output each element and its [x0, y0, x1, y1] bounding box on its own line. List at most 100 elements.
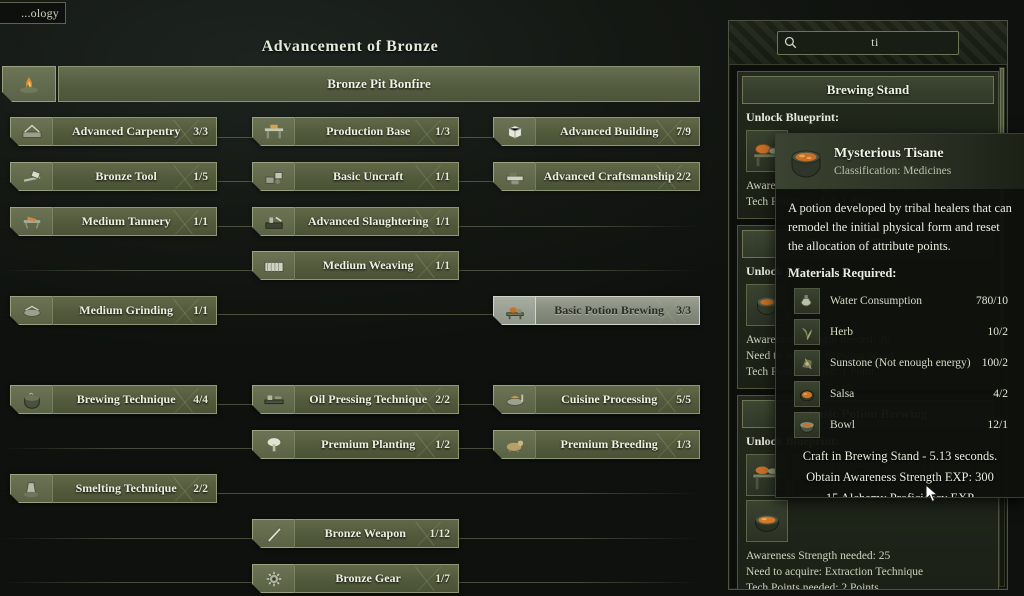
tech-node[interactable]: Medium Grinding 1/1: [10, 296, 217, 325]
material-quantity: 780/10: [976, 294, 1008, 307]
blueprint-card-title: Brewing Stand: [742, 76, 994, 104]
stoneblock-icon: [493, 117, 535, 146]
unlock-blueprint-label: Unlock Blueprint:: [746, 110, 840, 124]
waterskin-icon: [794, 287, 820, 314]
herb-icon: [794, 318, 820, 345]
search-input[interactable]: ti: [777, 30, 959, 55]
tech-node-rank: 1/1: [435, 170, 450, 183]
tech-node-rank: 2/2: [193, 482, 208, 495]
tech-node-label: Production Base: [326, 124, 411, 138]
tech-node-rank: 1/1: [435, 259, 450, 272]
item-tooltip: Mysterious Tisane Classification: Medici…: [775, 133, 1024, 498]
tech-node-label: Brewing Technique: [76, 392, 176, 406]
material-name: Bowl: [830, 418, 855, 431]
branch-header[interactable]: Bronze Pit Bonfire: [2, 66, 700, 102]
material-name: Sunstone (Not enough energy): [830, 356, 971, 369]
tech-node[interactable]: Brewing Technique 4/4: [10, 385, 217, 414]
gear-icon: [252, 564, 294, 593]
tech-node-label: Cuisine Processing: [561, 392, 658, 406]
tech-node[interactable]: Advanced Craftsmanship 2/2: [493, 162, 700, 191]
loom-icon: [252, 251, 294, 280]
tech-node-label: Smelting Technique: [75, 481, 177, 495]
tech-node[interactable]: Oil Pressing Technique 2/2: [252, 385, 459, 414]
tech-node-label: Medium Grinding: [79, 303, 173, 317]
tannery-icon: [10, 207, 52, 236]
search-value: ti: [871, 35, 879, 49]
tech-node-rank: 1/3: [435, 125, 450, 138]
tech-node-rank: 1/2: [435, 438, 450, 451]
tooltip-footer-line: 15 Alchemy Proficiency EXP: [825, 491, 975, 498]
tech-node-label: Basic Potion Brewing: [554, 303, 665, 317]
bonfire-icon: [2, 66, 56, 102]
planting-icon: [252, 430, 294, 459]
tech-node-label: Premium Breeding: [560, 437, 658, 451]
salsa-icon: [794, 380, 820, 407]
tech-node[interactable]: Medium Weaving 1/1: [252, 251, 459, 280]
tooltip-materials-label: Materials Required:: [788, 266, 897, 280]
material-name: Water Consumption: [830, 294, 923, 307]
game-screen: ...ology Advancement of Bronze Bronze Pi…: [0, 0, 1024, 596]
material-name: Salsa: [830, 387, 855, 400]
carpentry-icon: [10, 117, 52, 146]
tech-node[interactable]: Basic Potion Brewing 3/3: [493, 296, 700, 325]
tooltip-materials-list: Water Consumption 780/10 Herb 10/2 Sunstone …: [776, 285, 1024, 440]
sunstone-icon: [794, 349, 820, 376]
search-icon: [784, 36, 797, 54]
tech-node[interactable]: Advanced Carpentry 3/3: [10, 117, 217, 146]
orange-stew-icon[interactable]: [746, 500, 788, 542]
tech-node[interactable]: Advanced Slaughtering 1/1: [252, 207, 459, 236]
tech-node[interactable]: Basic Uncraft 1/1: [252, 162, 459, 191]
potionstand-icon: [493, 296, 535, 325]
tech-node-rank: 2/2: [676, 170, 691, 183]
tech-node-label: Medium Tannery: [81, 214, 171, 228]
requirement-line: Awareness Strength needed: 25: [746, 550, 891, 562]
tooltip-header: Mysterious Tisane Classification: Medici…: [776, 134, 1024, 189]
anvil-icon: [493, 162, 535, 191]
tech-node-rank: 7/9: [676, 125, 691, 138]
tech-node-label: Oil Pressing Technique: [309, 392, 428, 406]
tech-node[interactable]: Bronze Weapon 1/12: [252, 519, 459, 548]
tech-node[interactable]: Smelting Technique 2/2: [10, 474, 217, 503]
requirement-line: Need to acquire: Extraction Technique: [746, 566, 924, 578]
tech-node[interactable]: Medium Tannery 1/1: [10, 207, 217, 236]
material-row: Herb 10/2: [786, 316, 1014, 347]
requirement-line: Tech Points needed: 2 Points: [746, 582, 879, 590]
panel-header: ti: [729, 21, 1007, 65]
mysterious-tisane-icon: [784, 140, 828, 184]
tech-node[interactable]: Premium Planting 1/2: [252, 430, 459, 459]
technology-tab-label: ...ology: [21, 5, 59, 20]
tech-node-rank: 3/3: [676, 304, 691, 317]
workbench-icon: [252, 117, 294, 146]
tech-node[interactable]: Bronze Gear 1/7: [252, 564, 459, 593]
tech-node[interactable]: Cuisine Processing 5/5: [493, 385, 700, 414]
material-quantity: 12/1: [987, 418, 1008, 431]
axe-icon: [10, 162, 52, 191]
tech-node-label: Advanced Craftsmanship: [543, 169, 675, 183]
material-name: Herb: [830, 325, 853, 338]
brewing-icon: [10, 385, 52, 414]
tech-node-rank: 5/5: [676, 393, 691, 406]
tech-node-label: Premium Planting: [321, 437, 416, 451]
tech-node-rank: 4/4: [193, 393, 208, 406]
technology-tab[interactable]: ...ology: [0, 2, 66, 24]
cuisine-icon: [493, 385, 535, 414]
tech-node-rank: 1/7: [435, 572, 450, 585]
tech-node[interactable]: Bronze Tool 1/5: [10, 162, 217, 191]
slaughter-icon: [252, 207, 294, 236]
tech-node-label: Advanced Building: [559, 124, 659, 138]
tech-node-label: Advanced Carpentry: [71, 124, 181, 138]
tech-node[interactable]: Premium Breeding 1/3: [493, 430, 700, 459]
breeding-icon: [493, 430, 535, 459]
sword-icon: [252, 519, 294, 548]
tooltip-item-name: Mysterious Tisane: [834, 146, 944, 161]
tech-node-rank: 1/1: [193, 304, 208, 317]
smelting-icon: [10, 474, 52, 503]
tooltip-classification: Classification: Medicines: [834, 165, 952, 177]
tech-node[interactable]: Production Base 1/3: [252, 117, 459, 146]
tech-node-label: Medium Weaving: [322, 258, 414, 272]
tech-node-rank: 2/2: [435, 393, 450, 406]
material-quantity: 10/2: [987, 325, 1008, 338]
tooltip-description: A potion developed by tribal healers tha…: [788, 201, 1012, 253]
page-title: Advancement of Bronze: [261, 38, 439, 55]
tech-node[interactable]: Advanced Building 7/9: [493, 117, 700, 146]
